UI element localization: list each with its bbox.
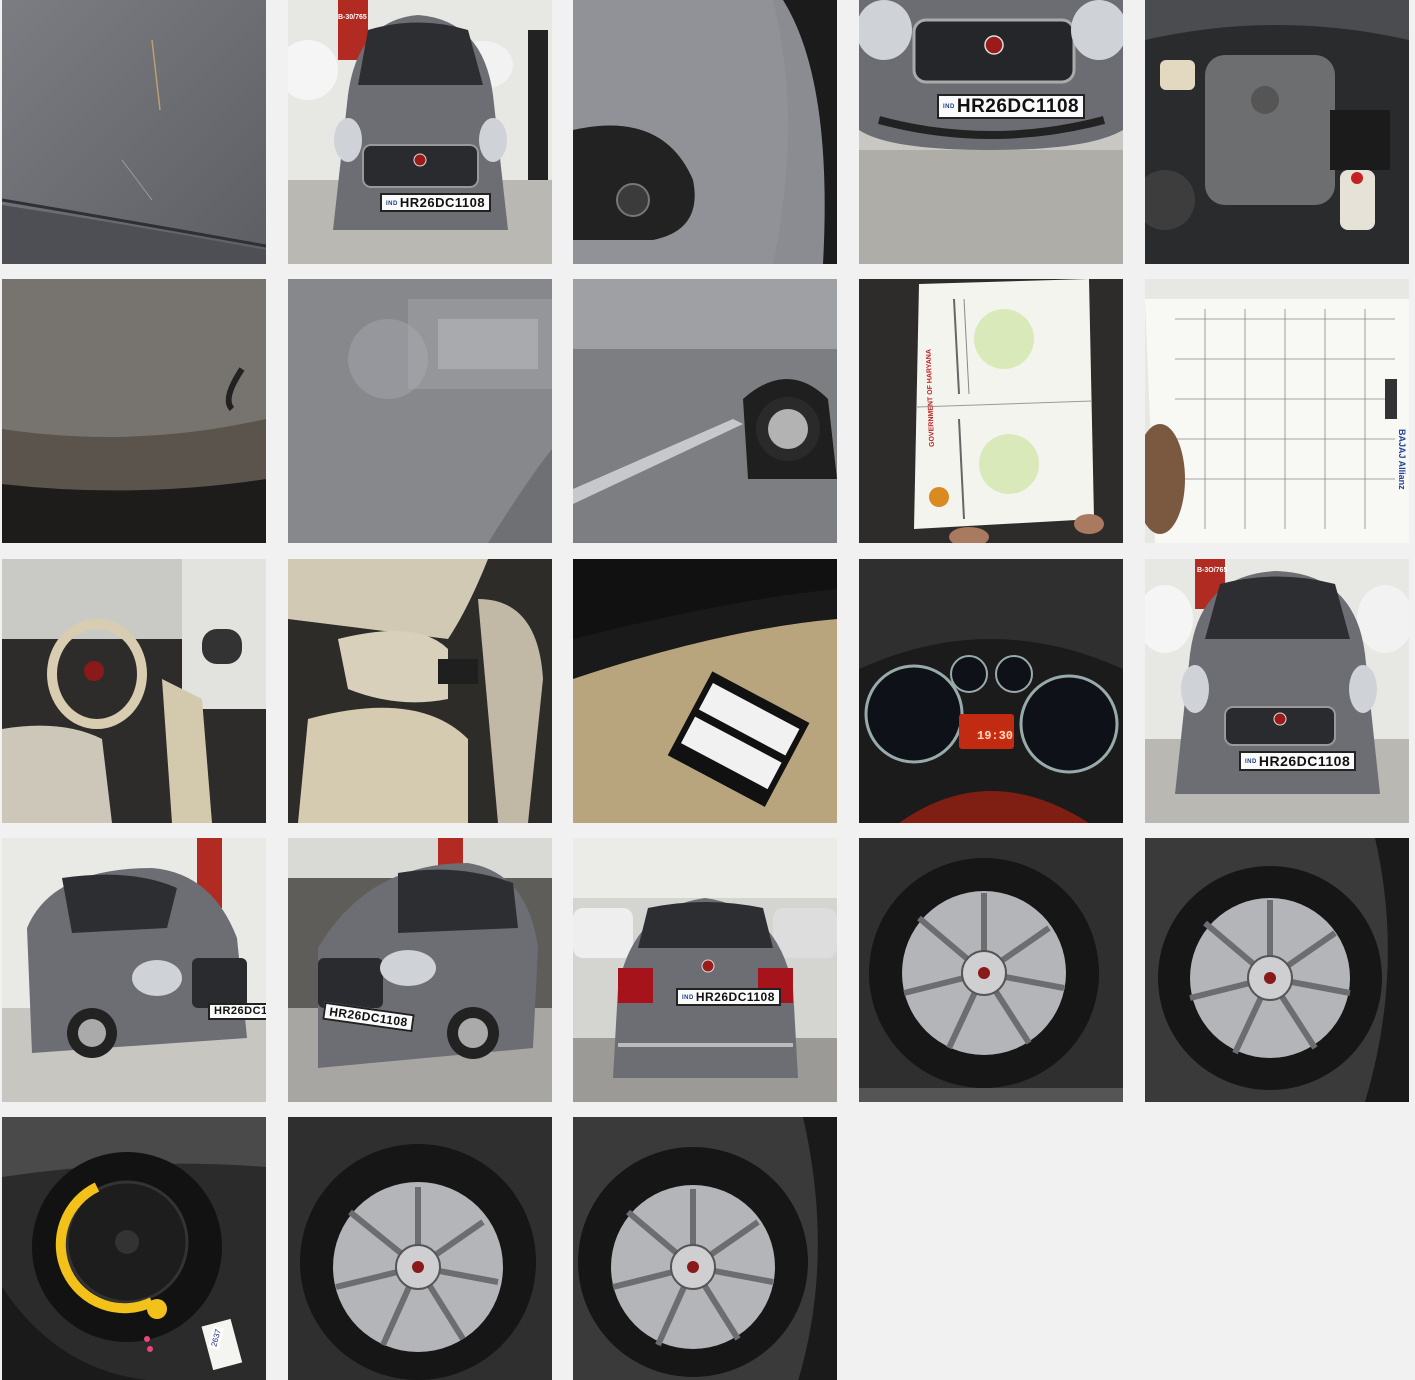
photo-front-bumper-left[interactable] <box>573 0 837 264</box>
chassis-label-image <box>573 559 837 823</box>
license-plate: HR26DC1108 <box>208 1003 266 1020</box>
front-view-image <box>288 0 552 264</box>
rc-document-image <box>859 279 1123 543</box>
photo-front-right-three-quarter[interactable]: HR26DC1108 <box>288 838 552 1102</box>
license-plate: IND HR26DC1108 <box>1239 751 1357 771</box>
photo-wheel-front-left[interactable] <box>859 838 1123 1102</box>
front-right-image <box>288 838 552 1102</box>
photo-chassis-label[interactable] <box>573 559 837 823</box>
spare-wheel-image <box>2 1117 266 1380</box>
pillar-sign: B-30/765 <box>338 14 367 21</box>
photo-front-grille-plate[interactable]: IND HR26DC1108 <box>859 0 1123 264</box>
rear-view-image <box>573 838 837 1102</box>
odometer-display: 19:30 <box>977 729 1014 743</box>
wheel-image <box>288 1117 552 1380</box>
scratch-closeup-image <box>2 0 266 264</box>
grille-closeup-image <box>859 0 1123 264</box>
photo-instrument-cluster[interactable]: 19:30 <box>859 559 1123 823</box>
photo-driver-cabin[interactable] <box>2 559 266 823</box>
pillar-sign: B-3O/765 <box>1197 567 1228 574</box>
photo-spare-wheel[interactable]: 2637 <box>2 1117 266 1380</box>
photo-rear-door-panel[interactable] <box>573 279 837 543</box>
side-panel-image <box>288 279 552 543</box>
photo-engine-bay[interactable] <box>1145 0 1409 264</box>
door-panel-image <box>573 279 837 543</box>
wheel-image <box>573 1117 837 1380</box>
seat-image <box>288 559 552 823</box>
wheel-image <box>1145 838 1409 1102</box>
photo-insurance-document[interactable]: BAJAJ Allianz <box>1145 279 1409 543</box>
photo-wheel-rear-right[interactable] <box>573 1117 837 1380</box>
cabin-image <box>2 559 266 823</box>
license-plate: IND HR26DC1108 <box>676 988 781 1006</box>
insurer-logo-text: BAJAJ Allianz <box>1397 429 1407 490</box>
photo-registration-certificate[interactable]: GOVERNMENT OF HARYANA <box>859 279 1123 543</box>
photo-body-scratch-closeup[interactable] <box>2 0 266 264</box>
underside-image <box>2 279 266 543</box>
front-left-image <box>2 838 266 1102</box>
photo-underside-rocker[interactable] <box>2 279 266 543</box>
license-plate: IND HR26DC1108 <box>380 193 492 212</box>
cluster-image <box>859 559 1123 823</box>
photo-front-view-2[interactable]: IND HR26DC1108 B-3O/765 <box>1145 559 1409 823</box>
photo-front-view[interactable]: IND HR26DC1108 B-30/765 <box>288 0 552 264</box>
engine-bay-image <box>1145 0 1409 264</box>
photo-wheel-front-right[interactable] <box>1145 838 1409 1102</box>
license-plate: IND HR26DC1108 <box>937 94 1086 119</box>
bumper-closeup-image <box>573 0 837 264</box>
insurance-document-image <box>1145 279 1409 543</box>
photo-front-seat[interactable] <box>288 559 552 823</box>
photo-front-left-three-quarter[interactable]: HR26DC1108 <box>2 838 266 1102</box>
wheel-image <box>859 838 1123 1102</box>
photo-side-panel-reflection[interactable] <box>288 279 552 543</box>
photo-rear-view[interactable]: IND HR26DC1108 <box>573 838 837 1102</box>
front-view-2-image <box>1145 559 1409 823</box>
photo-gallery: IND HR26DC1108 B-30/765 IND HR26DC1108 G… <box>0 0 1415 1380</box>
photo-wheel-rear-left[interactable] <box>288 1117 552 1380</box>
